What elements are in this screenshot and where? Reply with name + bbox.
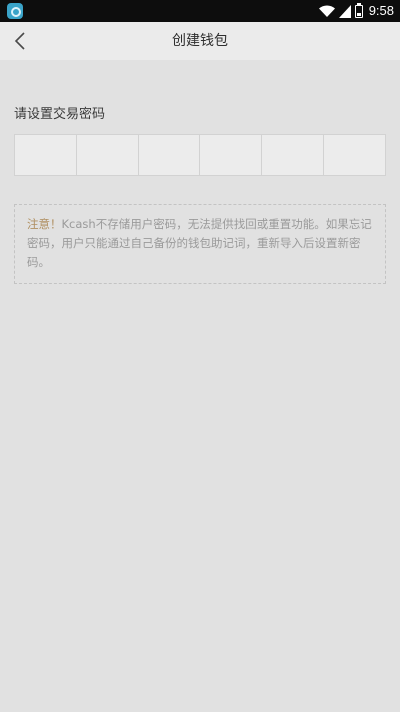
password-digit-1[interactable] [15, 135, 77, 175]
password-label: 请设置交易密码 [14, 107, 106, 122]
status-icons: 9:58 [318, 0, 394, 22]
wifi-icon [318, 5, 335, 17]
battery-icon [354, 2, 363, 18]
password-digit-5[interactable] [262, 135, 325, 175]
password-digit-4[interactable] [200, 135, 263, 175]
password-digit-3[interactable] [139, 135, 201, 175]
notice-title: 注意！ [27, 217, 62, 231]
app-notification-icon [7, 3, 23, 19]
nav-bar: 创建钱包 [0, 22, 400, 60]
password-input[interactable] [14, 134, 386, 176]
notice-body: Kcash不存储用户密码，无法提供找回或重置功能。如果忘记密码，用户只能通过自己… [27, 217, 372, 269]
notice-box: 注意！Kcash不存储用户密码，无法提供找回或重置功能。如果忘记密码，用户只能通… [14, 204, 386, 284]
password-digit-2[interactable] [77, 135, 139, 175]
status-time: 9:58 [368, 3, 394, 18]
page-title: 创建钱包 [172, 33, 228, 49]
status-bar: 9:58 [0, 0, 400, 22]
signal-icon [338, 4, 351, 18]
password-digit-6[interactable] [324, 135, 385, 175]
